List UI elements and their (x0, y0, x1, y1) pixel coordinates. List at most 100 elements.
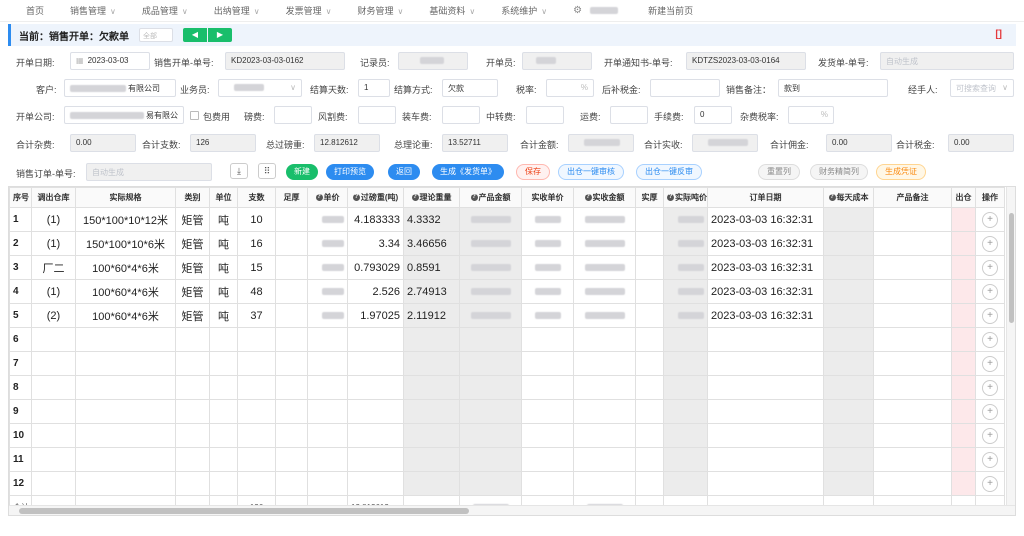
empty-cell[interactable] (175, 471, 210, 496)
empty-cell[interactable] (573, 471, 636, 496)
empty-cell[interactable] (663, 399, 708, 424)
prev-record-button[interactable]: ◀ (183, 28, 207, 42)
masked-cell[interactable] (459, 231, 522, 256)
empty-cell[interactable] (209, 423, 238, 448)
scale-fee-field[interactable] (274, 106, 312, 124)
load-fee-field[interactable] (442, 106, 480, 124)
empty-cell[interactable] (403, 351, 460, 376)
empty-cell[interactable] (663, 423, 708, 448)
qty-cell[interactable]: 10 (237, 207, 276, 232)
include-fee-checkbox[interactable] (190, 111, 199, 120)
new-button[interactable]: 新建 (286, 164, 318, 180)
empty-cell[interactable] (635, 399, 664, 424)
post-tax-field[interactable] (650, 79, 720, 97)
empty-cell[interactable] (307, 327, 348, 352)
category-cell[interactable]: 矩管 (175, 255, 210, 280)
column-header[interactable]: 单位 (209, 187, 238, 208)
empty-cell[interactable] (573, 423, 636, 448)
empty-cell[interactable] (823, 351, 874, 376)
empty-cell[interactable] (403, 423, 460, 448)
empty-cell[interactable] (823, 375, 874, 400)
empty-cell[interactable] (275, 327, 308, 352)
empty-cell[interactable] (951, 399, 976, 424)
empty-cell[interactable] (75, 375, 176, 400)
masked-cell[interactable] (459, 255, 522, 280)
empty-cell[interactable] (175, 327, 210, 352)
empty-cell[interactable] (31, 375, 76, 400)
empty-cell[interactable] (275, 399, 308, 424)
warehouse-cell[interactable]: (2) (31, 303, 76, 328)
empty-cell[interactable] (307, 423, 348, 448)
empty-cell[interactable] (459, 327, 522, 352)
masked-cell[interactable] (521, 207, 574, 232)
column-header[interactable]: 出仓 (951, 187, 976, 208)
masked-cell[interactable] (521, 279, 574, 304)
print-preview-button[interactable]: 打印预览 (326, 164, 374, 180)
finance-simple-columns-button[interactable]: 财务精简列 (810, 164, 868, 180)
empty-cell[interactable] (635, 327, 664, 352)
thickness-cell[interactable] (275, 231, 308, 256)
empty-cell[interactable] (663, 351, 708, 376)
thickness-cell[interactable] (275, 207, 308, 232)
empty-cell[interactable] (209, 327, 238, 352)
product-note-cell[interactable] (873, 231, 952, 256)
product-note-cell[interactable] (873, 279, 952, 304)
empty-cell[interactable] (635, 351, 664, 376)
masked-cell[interactable] (307, 303, 348, 328)
misc-tax-field[interactable]: % (788, 106, 834, 124)
thickness-cell[interactable] (275, 303, 308, 328)
spec-cell[interactable]: 150*100*10*6米 (75, 231, 176, 256)
empty-cell[interactable] (663, 471, 708, 496)
empty-cell[interactable] (823, 327, 874, 352)
generate-voucher-button[interactable]: 生成凭证 (876, 164, 926, 180)
empty-cell[interactable] (521, 471, 574, 496)
table-row[interactable]: 10 + (9, 423, 1005, 448)
table-row[interactable]: 5 (2) 100*60*4*6米 矩管吨 37 1.97025 2.11912 2023-0… (9, 303, 1005, 328)
masked-cell[interactable] (459, 303, 522, 328)
empty-cell[interactable] (823, 471, 874, 496)
handling-fee-field[interactable]: 0 (694, 106, 732, 124)
column-header[interactable]: 产品备注 (873, 187, 952, 208)
column-header[interactable]: 调出仓库 (31, 187, 76, 208)
nav-system[interactable]: 系统维护 ∨ (501, 4, 547, 17)
qty-cell[interactable]: 15 (237, 255, 276, 280)
column-header[interactable]: ? 实际吨价 (663, 187, 708, 208)
product-note-cell[interactable] (873, 255, 952, 280)
add-icon[interactable]: + (982, 451, 998, 468)
empty-cell[interactable] (521, 351, 574, 376)
empty-cell[interactable] (209, 399, 238, 424)
product-note-cell[interactable] (873, 207, 952, 232)
empty-cell[interactable] (951, 447, 976, 472)
column-header[interactable]: ? 理论重量 (403, 187, 460, 208)
nav-home[interactable]: 首页 (26, 4, 44, 17)
empty-cell[interactable] (951, 471, 976, 496)
masked-cell[interactable] (459, 207, 522, 232)
add-icon[interactable]: + (982, 379, 998, 396)
empty-cell[interactable] (175, 423, 210, 448)
wind-fee-field[interactable] (358, 106, 396, 124)
nav-sales[interactable]: 销售管理 ∨ (70, 4, 116, 17)
column-header[interactable]: 订单日期 (707, 187, 824, 208)
masked-cell[interactable] (573, 255, 636, 280)
add-icon[interactable]: + (982, 331, 998, 348)
category-cell[interactable]: 矩管 (175, 231, 210, 256)
empty-cell[interactable] (307, 375, 348, 400)
empty-cell[interactable] (521, 399, 574, 424)
column-header[interactable]: 类别 (175, 187, 210, 208)
empty-cell[interactable] (521, 423, 574, 448)
masked-cell[interactable] (459, 279, 522, 304)
actual-thickness-cell[interactable] (635, 279, 664, 304)
column-header[interactable]: 实收单价 (521, 187, 574, 208)
empty-cell[interactable] (307, 351, 348, 376)
add-icon[interactable]: + (982, 403, 998, 420)
empty-cell[interactable] (175, 351, 210, 376)
add-icon[interactable]: + (982, 283, 998, 300)
warehouse-cell[interactable]: (1) (31, 231, 76, 256)
empty-cell[interactable] (951, 423, 976, 448)
reset-columns-button[interactable]: 重置列 (758, 164, 800, 180)
empty-cell[interactable] (459, 399, 522, 424)
empty-cell[interactable] (175, 375, 210, 400)
empty-cell[interactable] (347, 399, 404, 424)
grid-settings-icon[interactable]: ⠿ (258, 163, 276, 179)
empty-cell[interactable] (403, 471, 460, 496)
